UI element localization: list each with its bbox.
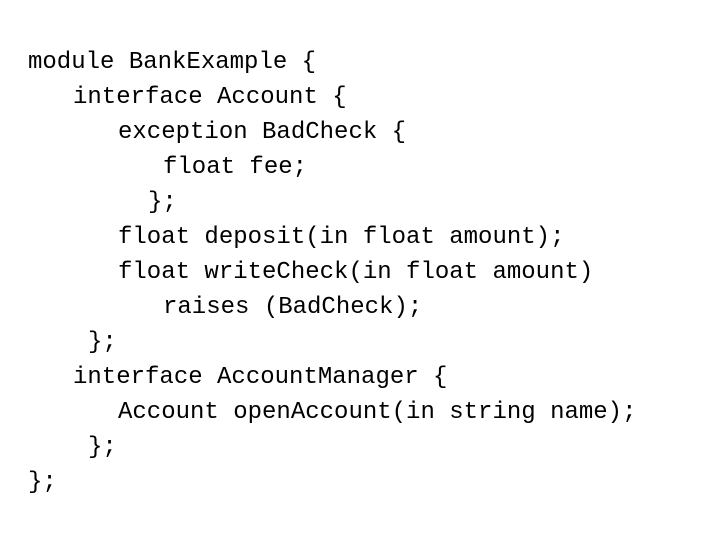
code-line: float writeCheck(in float amount) xyxy=(118,259,594,286)
code-line: exception BadCheck { xyxy=(118,119,407,146)
code-line: float fee; xyxy=(163,154,308,181)
code-line: module BankExample { xyxy=(28,49,317,76)
code-line: }; xyxy=(88,434,117,461)
code-line: }; xyxy=(148,189,177,216)
code-line: }; xyxy=(28,469,57,496)
code-line: Account openAccount(in string name); xyxy=(118,399,637,426)
code-line: interface Account { xyxy=(73,84,347,111)
code-line: }; xyxy=(88,329,117,356)
code-listing: module BankExample { interface Account { e… xyxy=(0,0,720,540)
code-line: raises (BadCheck); xyxy=(163,294,423,321)
code-line: float deposit(in float amount); xyxy=(118,224,565,251)
code-line: interface AccountManager { xyxy=(73,364,448,391)
